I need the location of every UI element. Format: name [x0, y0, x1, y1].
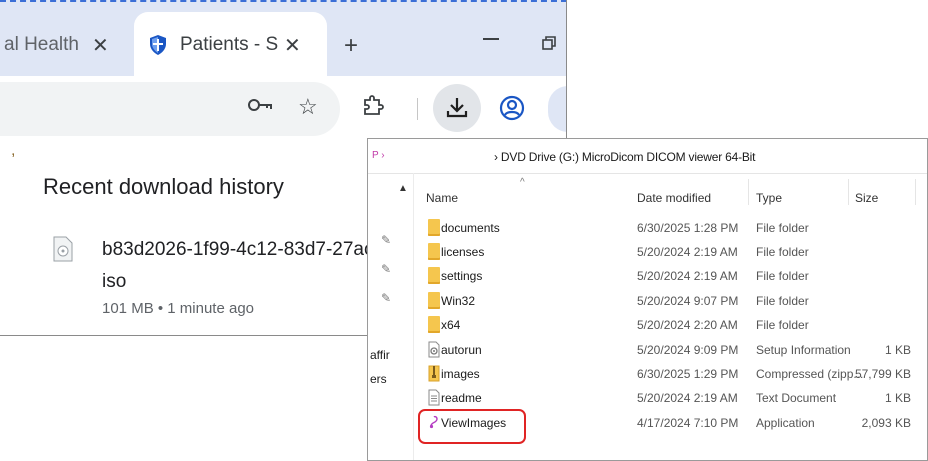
column-header-size[interactable]: Size [855, 191, 878, 205]
file-date: 5/20/2024 2:19 AM [637, 391, 738, 405]
toolbar-pill[interactable] [548, 86, 566, 132]
file-row[interactable]: documents 6/30/2025 1:28 PM File folder [423, 217, 923, 241]
file-date: 5/20/2024 9:09 PM [637, 343, 739, 357]
toolbar-separator [417, 98, 418, 120]
pin-icon[interactable]: ✎ [381, 262, 391, 276]
address-breadcrumb[interactable]: P › › DVD Drive (G:) MicroDicom DICOM vi… [368, 139, 927, 174]
pin-icon[interactable]: ✎ [381, 233, 391, 247]
file-type: File folder [756, 245, 809, 259]
restore-icon[interactable] [542, 36, 556, 50]
file-row[interactable]: licenses 5/20/2024 2:19 AM File folder [423, 241, 923, 265]
nav-arrow[interactable]: P › [372, 150, 385, 161]
nav-item-label[interactable]: ers [370, 372, 387, 386]
file-size: 2,093 KB [861, 416, 911, 430]
tab-title: al Health [4, 34, 78, 55]
file-date: 5/20/2024 2:20 AM [637, 318, 738, 332]
column-divider[interactable] [915, 179, 916, 205]
file-row[interactable]: Win32 5/20/2024 9:07 PM File folder [423, 290, 923, 314]
file-date: 4/17/2024 7:10 PM [637, 416, 739, 430]
download-history-heading: Recent download history [43, 174, 284, 199]
column-header-name[interactable]: Name [426, 191, 458, 205]
tab-close-icon[interactable]: ✕ [92, 33, 109, 58]
file-type: File folder [756, 318, 809, 332]
file-size: 1 KB [884, 391, 911, 405]
folder-icon [428, 267, 440, 284]
file-size: 57,799 KB [854, 367, 911, 381]
new-tab-button[interactable]: + [344, 32, 358, 60]
file-date: 5/20/2024 2:19 AM [637, 245, 738, 259]
setup-file-icon [428, 341, 440, 358]
tab-strip: al Health ✕ Patients - Su ✕ + [0, 0, 566, 78]
download-filename[interactable]: b83d2026-1f99-4c12-83d7-27ac.iso [102, 234, 382, 298]
shield-icon [150, 35, 166, 55]
folder-icon [428, 316, 440, 333]
file-name: x64 [441, 318, 461, 332]
breadcrumb-path[interactable]: › DVD Drive (G:) MicroDicom DICOM viewer… [494, 150, 755, 164]
column-divider[interactable] [848, 179, 849, 205]
decorative-mark: , [11, 142, 16, 159]
file-type: Text Document [756, 391, 837, 405]
file-row[interactable]: autorun 5/20/2024 9:09 PM Setup Informat… [423, 339, 923, 363]
download-meta: 101 MB • 1 minute ago [102, 300, 255, 317]
address-bar[interactable] [0, 82, 340, 136]
file-size: 1 KB [884, 343, 911, 357]
file-type: File folder [756, 221, 809, 235]
file-type: File folder [756, 294, 809, 308]
file-date: 6/30/2025 1:28 PM [637, 221, 739, 235]
file-type: Compressed (zipp... [756, 367, 864, 381]
folder-icon [428, 243, 440, 260]
tab-patients[interactable]: Patients - Su ✕ [134, 12, 327, 78]
tab-close-icon[interactable]: ✕ [284, 33, 301, 58]
file-row[interactable]: readme 5/20/2024 2:19 AM Text Document 1… [423, 387, 923, 411]
file-name: settings [441, 269, 483, 283]
minimize-button[interactable] [483, 38, 499, 40]
profile-icon[interactable] [499, 95, 525, 121]
file-name: readme [441, 391, 482, 405]
pin-icon[interactable]: ✎ [381, 291, 391, 305]
file-type: Setup Information [756, 343, 851, 357]
text-file-icon [428, 389, 440, 406]
file-row[interactable]: settings 5/20/2024 2:19 AM File folder [423, 265, 923, 289]
bookmark-star-icon[interactable]: ☆ [298, 94, 318, 120]
file-row[interactable]: x64 5/20/2024 2:20 AM File folder [423, 314, 923, 338]
column-header-date[interactable]: Date modified [637, 191, 711, 205]
download-icon [446, 98, 468, 118]
tab-title: Patients - Su [180, 34, 278, 55]
file-date: 6/30/2025 1:29 PM [637, 367, 739, 381]
disc-file-icon [53, 236, 73, 262]
file-name: images [441, 367, 480, 381]
file-date: 5/20/2024 9:07 PM [637, 294, 739, 308]
file-row[interactable]: images 6/30/2025 1:29 PM Compressed (zip… [423, 363, 923, 387]
column-header-type[interactable]: Type [756, 191, 782, 205]
file-name: autorun [441, 343, 482, 357]
file-name: Win32 [441, 294, 476, 308]
column-divider[interactable] [748, 179, 749, 205]
downloads-button[interactable] [433, 84, 481, 132]
nav-item-label[interactable]: affir [370, 348, 390, 362]
folder-icon [428, 219, 440, 236]
viewimages-highlight-annotation [418, 409, 526, 444]
collapse-icon[interactable]: ▲ [398, 183, 408, 194]
zip-icon [428, 365, 440, 382]
file-name: licenses [441, 245, 485, 259]
file-type: Application [756, 416, 815, 430]
navigation-pane: ▲ ✎ ✎ ✎ affir ers [368, 173, 414, 460]
folder-icon [428, 292, 440, 309]
extensions-icon[interactable] [362, 94, 384, 116]
file-date: 5/20/2024 2:19 AM [637, 269, 738, 283]
file-type: File folder [756, 269, 809, 283]
sort-ascending-icon: ^ [520, 177, 525, 188]
file-name: documents [441, 221, 500, 235]
key-icon[interactable] [248, 98, 272, 112]
tab-health[interactable]: al Health ✕ [0, 12, 130, 78]
browser-toolbar: ☆ [0, 76, 566, 142]
